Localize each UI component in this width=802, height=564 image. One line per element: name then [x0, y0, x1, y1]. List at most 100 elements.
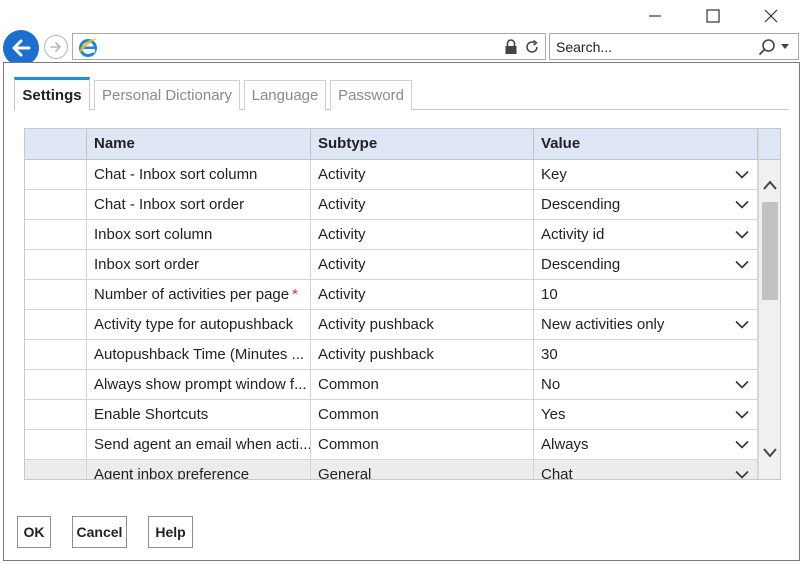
setting-name: Enable Shortcuts — [87, 400, 311, 430]
chevron-down-icon[interactable] — [735, 170, 749, 179]
table-row[interactable]: Agent inbox preference General Chat — [25, 460, 758, 480]
setting-name-text: Enable Shortcuts — [94, 406, 209, 423]
setting-value-text: 10 — [541, 286, 558, 303]
setting-value-dropdown[interactable]: Activity id — [534, 220, 758, 250]
column-header-subtype[interactable]: Subtype — [311, 129, 534, 159]
setting-value-text: Always — [541, 436, 589, 453]
tab-password[interactable]: Password — [330, 80, 412, 110]
search-box[interactable] — [549, 33, 799, 60]
lock-icon — [505, 39, 517, 54]
row-selector[interactable] — [25, 340, 87, 370]
setting-name-text: Autopushback Time (Minutes ... — [94, 346, 305, 363]
setting-value-text: Key — [541, 166, 567, 183]
setting-value-dropdown[interactable]: Descending — [534, 250, 758, 280]
table-row[interactable]: Activity type for autopushback Activity p… — [25, 310, 758, 340]
setting-name: Number of activities per page * — [87, 280, 311, 310]
setting-value-text: Descending — [541, 196, 621, 213]
chevron-down-icon[interactable] — [735, 470, 749, 479]
row-selector[interactable] — [25, 400, 87, 430]
table-row[interactable]: Always show prompt window f... Common No — [25, 370, 758, 400]
setting-value-input[interactable]: 10 — [534, 280, 758, 310]
table-row[interactable]: Inbox sort column Activity Activity id — [25, 220, 758, 250]
setting-subtype: Activity — [311, 220, 534, 250]
tab-personal-dictionary[interactable]: Personal Dictionary — [94, 80, 240, 110]
setting-value-dropdown[interactable]: No — [534, 370, 758, 400]
close-button[interactable] — [750, 4, 792, 28]
cancel-button[interactable]: Cancel — [72, 516, 127, 548]
search-icon[interactable] — [758, 38, 776, 56]
chevron-down-icon[interactable] — [735, 380, 749, 389]
forward-button[interactable] — [44, 35, 68, 59]
table-row[interactable]: Autopushback Time (Minutes ... Activity p… — [25, 340, 758, 370]
maximize-button[interactable] — [692, 4, 734, 28]
chevron-down-icon[interactable] — [735, 410, 749, 419]
table-row[interactable]: Number of activities per page * Activity 10 — [25, 280, 758, 310]
chevron-down-icon[interactable] — [735, 260, 749, 269]
setting-value-dropdown[interactable]: Key — [534, 160, 758, 190]
chevron-down-icon[interactable] — [735, 440, 749, 449]
setting-subtype: General — [311, 460, 534, 479]
setting-name-text: Number of activities per page — [94, 286, 290, 303]
setting-value-dropdown[interactable]: Yes — [534, 400, 758, 430]
search-dropdown-icon[interactable] — [781, 44, 789, 50]
title-bar — [0, 0, 802, 30]
setting-subtype: Activity — [311, 190, 534, 220]
setting-value-dropdown[interactable]: Chat — [534, 460, 758, 480]
close-icon — [764, 9, 778, 23]
setting-subtype: Activity — [311, 280, 534, 310]
setting-name-text: Inbox sort column — [94, 226, 213, 243]
address-bar[interactable] — [72, 33, 546, 60]
row-selector[interactable] — [25, 160, 87, 190]
column-header-value[interactable]: Value — [534, 129, 758, 159]
setting-value-dropdown[interactable]: Always — [534, 430, 758, 460]
settings-dialog: Settings Personal Dictionary Language Pa… — [3, 62, 800, 561]
row-selector[interactable] — [25, 250, 87, 280]
chevron-down-icon[interactable] — [735, 230, 749, 239]
setting-name: Chat - Inbox sort order — [87, 190, 311, 220]
settings-grid: Name Subtype Value Chat - Inbox sort col… — [24, 128, 781, 480]
search-input[interactable] — [556, 38, 746, 56]
setting-value-text: Chat — [541, 466, 573, 480]
setting-name: Always show prompt window f... — [87, 370, 311, 400]
chevron-down-icon[interactable] — [735, 320, 749, 329]
row-selector[interactable] — [25, 460, 87, 479]
row-selector[interactable] — [25, 310, 87, 340]
setting-subtype: Activity pushback — [311, 310, 534, 340]
minimize-button[interactable] — [634, 4, 676, 28]
column-header-name[interactable]: Name — [87, 129, 311, 159]
scrollbar-header-corner — [759, 129, 780, 160]
chevron-down-icon[interactable] — [735, 200, 749, 209]
scrollbar-thumb[interactable] — [762, 202, 778, 300]
grid-header: Name Subtype Value — [25, 129, 758, 160]
ie-logo-icon — [79, 38, 97, 57]
tab-settings[interactable]: Settings — [14, 77, 90, 111]
tab-language[interactable]: Language — [244, 80, 326, 110]
ok-button[interactable]: OK — [17, 516, 51, 548]
scroll-down-icon[interactable] — [762, 447, 778, 459]
setting-value-dropdown[interactable]: New activities only — [534, 310, 758, 340]
help-button[interactable]: Help — [148, 516, 193, 548]
setting-name-text: Always show prompt window f... — [94, 376, 307, 393]
setting-name: Agent inbox preference — [87, 460, 311, 480]
minimize-icon — [649, 15, 661, 17]
row-selector[interactable] — [25, 430, 87, 460]
table-row[interactable]: Chat - Inbox sort order Activity Descendin… — [25, 190, 758, 220]
row-selector[interactable] — [25, 370, 87, 400]
setting-name-text: Send agent an email when acti... — [94, 436, 311, 453]
setting-value-text: Yes — [541, 406, 566, 423]
vertical-scrollbar[interactable] — [758, 129, 780, 479]
table-row[interactable]: Inbox sort order Activity Descending — [25, 250, 758, 280]
setting-name-text: Agent inbox preference — [94, 466, 250, 480]
setting-value-dropdown[interactable]: Descending — [534, 190, 758, 220]
back-arrow-icon — [12, 39, 31, 57]
scroll-up-icon[interactable] — [762, 179, 778, 191]
table-row[interactable]: Chat - Inbox sort column Activity Key — [25, 160, 758, 190]
table-row[interactable]: Enable Shortcuts Common Yes — [25, 400, 758, 430]
row-selector[interactable] — [25, 190, 87, 220]
back-button[interactable] — [3, 30, 39, 66]
refresh-icon[interactable] — [524, 39, 540, 55]
setting-value-input[interactable]: 30 — [534, 340, 758, 370]
row-selector[interactable] — [25, 280, 87, 310]
row-selector[interactable] — [25, 220, 87, 250]
table-row[interactable]: Send agent an email when acti... Common Al… — [25, 430, 758, 460]
